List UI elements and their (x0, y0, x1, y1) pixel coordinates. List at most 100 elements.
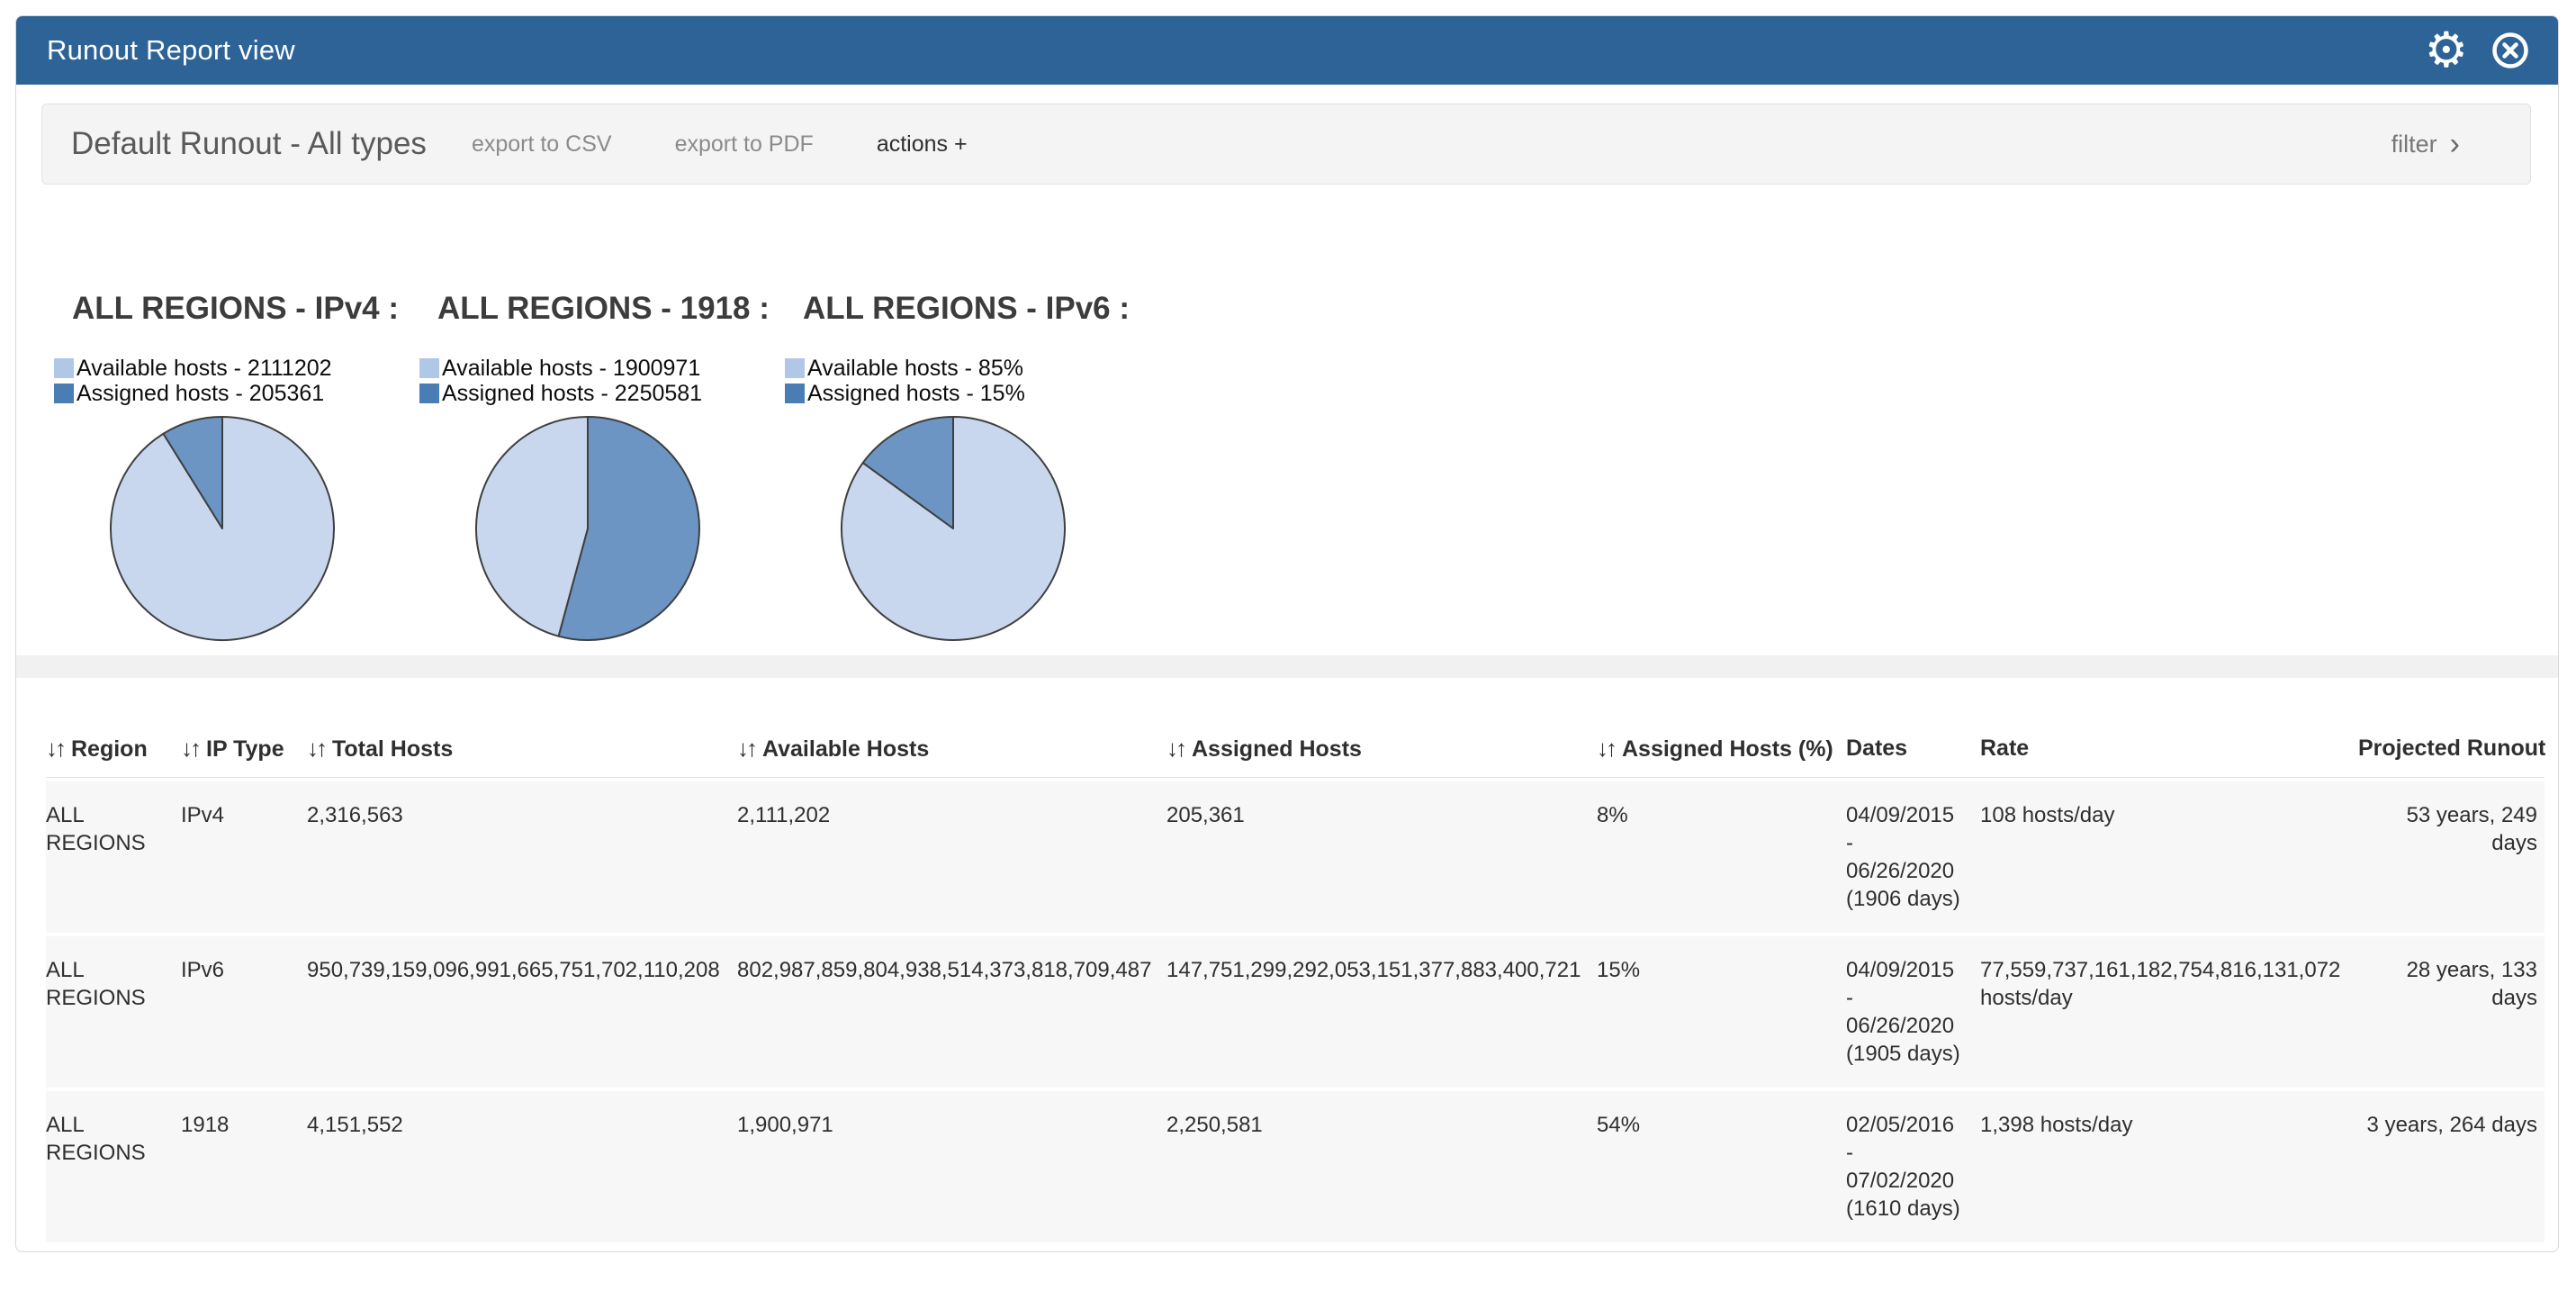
pie-chart-group: ALL REGIONS - IPv6 : Available hosts - 85… (785, 291, 1150, 644)
sort-arrows-icon: ↓↑ (1166, 735, 1184, 762)
actions-menu-button[interactable]: actions + (877, 131, 968, 158)
legend-swatch-icon (785, 358, 805, 378)
legend-item: Assigned hosts - 15% (785, 381, 1150, 406)
pie-chart (107, 413, 338, 644)
column-label: Rate (1980, 736, 2029, 761)
cell-dates: 04/09/2015-06/26/2020(1906 days) (1846, 781, 1980, 933)
cell-total_hosts: 4,151,552 (307, 1091, 737, 1242)
column-header-region[interactable]: ↓↑Region (46, 722, 181, 778)
legend-item: Assigned hosts - 205361 (54, 381, 419, 406)
table-header-row: ↓↑Region↓↑IP Type↓↑Total Hosts↓↑Availabl… (46, 722, 2544, 778)
pie-chart-group: ALL REGIONS - 1918 : Available hosts - 19… (419, 291, 785, 644)
cell-dates: 04/09/2015-06/26/2020(1905 days) (1846, 936, 1980, 1088)
column-header-assigned_pct[interactable]: ↓↑ Assigned Hosts (%) (1597, 722, 1846, 778)
chevron-right-icon: › (2450, 129, 2460, 159)
date-line: - (1846, 984, 1973, 1012)
cell-projected_runout: 53 years, 249 days (2358, 781, 2544, 933)
charts-row: ALL REGIONS - IPv4 : Available hosts - 21… (54, 291, 2558, 644)
cell-total_hosts: 2,316,563 (307, 781, 737, 933)
table-row: ALL REGIONS19184,151,5521,900,9712,250,5… (46, 1091, 2544, 1242)
section-divider-strip (16, 655, 2558, 678)
settings-gear-icon[interactable]: ⚙ (2425, 26, 2468, 75)
legend-item: Available hosts - 85% (785, 356, 1150, 381)
cell-available_hosts: 2,111,202 (737, 781, 1166, 933)
pie-legend: Available hosts - 85%Assigned hosts - 15… (785, 356, 1150, 406)
column-label: Total Hosts (332, 736, 453, 762)
column-header-rate: Rate (1980, 722, 2358, 778)
title-bar-icons: ⚙ (2425, 26, 2531, 75)
legend-label: Assigned hosts - 205361 (77, 381, 324, 407)
cell-ip_type: IPv6 (181, 936, 307, 1088)
date-line: (1905 days) (1846, 1040, 1973, 1068)
column-header-total_hosts[interactable]: ↓↑ Total Hosts (307, 722, 737, 778)
table-row: ALL REGIONSIPv42,316,5632,111,202205,361… (46, 781, 2544, 933)
pie-chart (838, 413, 1068, 644)
window-title: Runout Report view (47, 34, 295, 67)
pie-chart-title: ALL REGIONS - IPv6 : (803, 291, 1150, 327)
cell-assigned_hosts: 205,361 (1166, 781, 1597, 933)
legend-item: Available hosts - 2111202 (54, 356, 419, 381)
cell-assigned_hosts: 147,751,299,292,053,151,377,883,400,721 (1166, 936, 1597, 1088)
column-label: Region (71, 736, 148, 762)
column-label: Assigned Hosts (%) (1622, 736, 1833, 762)
date-line: - (1846, 1139, 1973, 1167)
date-line: 06/26/2020 (1846, 1012, 1973, 1040)
legend-swatch-icon (54, 358, 74, 378)
cell-available_hosts: 802,987,859,804,938,514,373,818,709,487 (737, 936, 1166, 1088)
column-header-dates: Dates (1846, 722, 1980, 778)
runout-table-container: ↓↑Region↓↑IP Type↓↑Total Hosts↓↑Availabl… (46, 718, 2544, 1246)
cell-assigned_pct: 54% (1597, 1091, 1846, 1242)
cell-region: ALL REGIONS (46, 1091, 181, 1242)
column-header-ip_type[interactable]: ↓↑IP Type (181, 722, 307, 778)
legend-label: Assigned hosts - 2250581 (442, 381, 702, 407)
column-header-available_hosts[interactable]: ↓↑ Available Hosts (737, 722, 1166, 778)
pie-chart-title: ALL REGIONS - IPv4 : (72, 291, 419, 327)
report-title: Default Runout - All types (71, 126, 427, 162)
pie-chart (473, 413, 703, 644)
cell-dates: 02/05/2016-07/02/2020(1610 days) (1846, 1091, 1980, 1242)
column-label: Available Hosts (762, 736, 929, 762)
export-pdf-button[interactable]: export to PDF (675, 131, 814, 158)
cell-rate: 1,398 hosts/day (1980, 1091, 2358, 1242)
column-header-assigned_hosts[interactable]: ↓↑Assigned Hosts (1166, 722, 1597, 778)
date-line: (1906 days) (1846, 885, 1973, 913)
cell-rate: 77,559,737,161,182,754,816,131,072 hosts… (1980, 936, 2358, 1088)
column-header-projected_runout: Projected Runout (2358, 722, 2544, 778)
pie-chart-title: ALL REGIONS - 1918 : (437, 291, 785, 327)
export-csv-button[interactable]: export to CSV (472, 131, 612, 158)
table-body: ALL REGIONSIPv42,316,5632,111,202205,361… (46, 781, 2544, 1242)
sort-arrows-icon: ↓↑ (307, 735, 325, 762)
cell-rate: 108 hosts/day (1980, 781, 2358, 933)
table-row: ALL REGIONSIPv6950,739,159,096,991,665,7… (46, 936, 2544, 1088)
filter-label: filter (2391, 131, 2437, 158)
cell-region: ALL REGIONS (46, 936, 181, 1088)
cell-projected_runout: 28 years, 133 days (2358, 936, 2544, 1088)
column-label: Dates (1846, 736, 1907, 761)
pie-chart-group: ALL REGIONS - IPv4 : Available hosts - 21… (54, 291, 419, 644)
date-line: - (1846, 829, 1973, 857)
report-toolbar: Default Runout - All types export to CSV… (41, 104, 2531, 185)
sort-arrows-icon: ↓↑ (737, 735, 755, 762)
legend-swatch-icon (419, 384, 439, 403)
cell-assigned_pct: 8% (1597, 781, 1846, 933)
legend-item: Available hosts - 1900971 (419, 356, 785, 381)
cell-assigned_hosts: 2,250,581 (1166, 1091, 1597, 1242)
date-line: 07/02/2020 (1846, 1167, 1973, 1195)
legend-swatch-icon (419, 358, 439, 378)
legend-label: Assigned hosts - 15% (807, 381, 1025, 407)
runout-table: ↓↑Region↓↑IP Type↓↑Total Hosts↓↑Availabl… (46, 718, 2544, 1246)
legend-label: Available hosts - 85% (807, 356, 1023, 382)
close-icon[interactable] (2490, 30, 2531, 71)
cell-total_hosts: 950,739,159,096,991,665,751,702,110,208 (307, 936, 737, 1088)
title-bar: Runout Report view ⚙ (16, 16, 2558, 85)
date-line: 04/09/2015 (1846, 801, 1973, 829)
filter-button[interactable]: filter › (2391, 129, 2460, 159)
sort-arrows-icon: ↓↑ (1597, 735, 1615, 762)
cell-region: ALL REGIONS (46, 781, 181, 933)
cell-assigned_pct: 15% (1597, 936, 1846, 1088)
legend-label: Available hosts - 2111202 (77, 356, 332, 382)
column-label: Projected Runout (2358, 736, 2545, 761)
runout-report-window: Runout Report view ⚙ Default Runout - Al… (15, 15, 2559, 1252)
column-label: IP Type (206, 736, 284, 762)
date-line: 02/05/2016 (1846, 1111, 1973, 1139)
